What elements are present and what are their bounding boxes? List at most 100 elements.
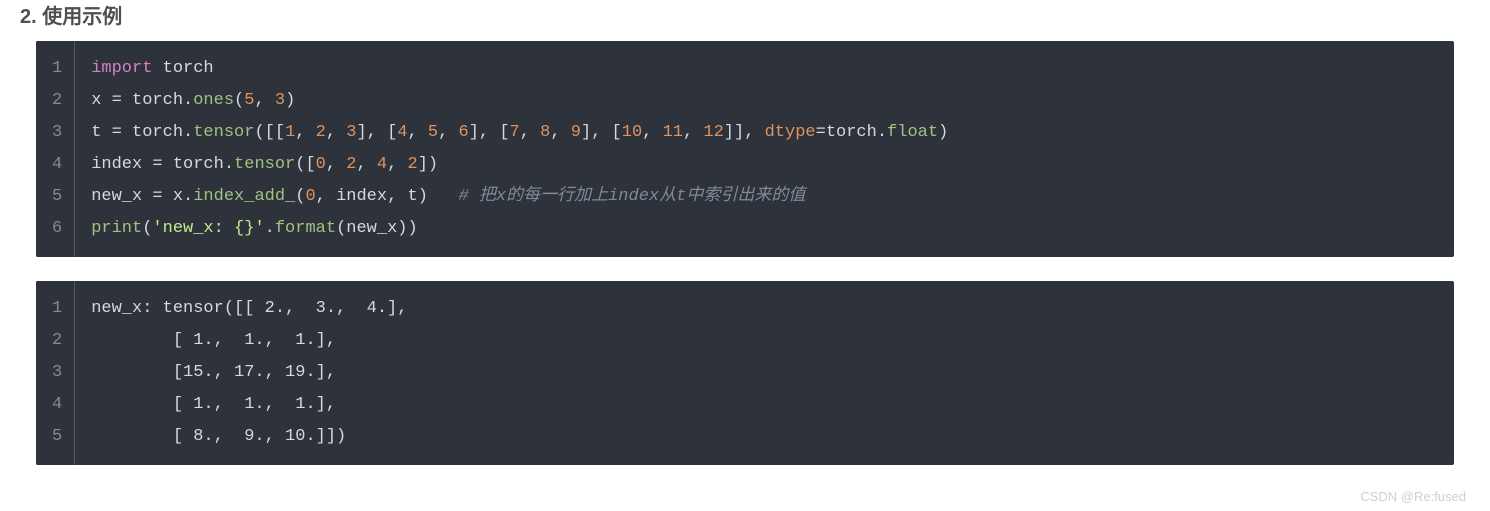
line-number: 2 (36, 325, 74, 357)
line-number: 2 (36, 85, 74, 117)
code-token: = (112, 91, 122, 110)
line-number-gutter: 123456 (36, 41, 75, 257)
code-token: 12 (703, 123, 723, 142)
code-token: . (265, 219, 275, 238)
code-token: 9 (571, 123, 581, 142)
code-token: [ 1., 1., 1.], (91, 395, 336, 414)
line-number: 6 (36, 213, 74, 245)
code-token: t (91, 123, 111, 142)
code-line: [15., 17., 19.], (91, 357, 1438, 389)
line-number-gutter: 12345 (36, 281, 75, 465)
code-token: ], [ (581, 123, 622, 142)
code-token: x (91, 91, 111, 110)
line-number: 3 (36, 357, 74, 389)
code-line: index = torch.tensor([0, 2, 4, 2]) (91, 149, 1438, 181)
code-block-output: 12345 new_x: tensor([[ 2., 3., 4.], [ 1.… (36, 281, 1454, 465)
code-token: torch. (122, 91, 193, 110)
code-token: = (152, 187, 162, 206)
code-line: t = torch.tensor([[1, 2, 3], [4, 5, 6], … (91, 117, 1438, 149)
code-token: 5 (428, 123, 438, 142)
code-token: tensor (234, 155, 295, 174)
code-token: [15., 17., 19.], (91, 363, 336, 382)
code-token: 10 (622, 123, 642, 142)
code-line: [ 1., 1., 1.], (91, 389, 1438, 421)
code-token: 5 (244, 91, 254, 110)
code-token: , (520, 123, 540, 142)
section-heading: 2. 使用示例 (0, 0, 1490, 41)
code-content: import torchx = torch.ones(5, 3)t = torc… (75, 41, 1454, 257)
code-line: [ 8., 9., 10.]]) (91, 421, 1438, 453)
code-token: = (816, 123, 826, 142)
code-line: new_x: tensor([[ 2., 3., 4.], (91, 293, 1438, 325)
code-line: import torch (91, 53, 1438, 85)
code-token: ]], (724, 123, 765, 142)
code-token: dtype (765, 123, 816, 142)
code-token: 0 (316, 155, 326, 174)
code-token: = (112, 123, 122, 142)
code-token: ], [ (356, 123, 397, 142)
code-token: ([[ (254, 123, 285, 142)
code-token: tensor (193, 123, 254, 142)
code-token: , (387, 155, 407, 174)
code-token: 8 (540, 123, 550, 142)
code-line: new_x = x.index_add_(0, index, t) # 把x的每… (91, 181, 1438, 213)
line-number: 4 (36, 149, 74, 181)
code-token: , (642, 123, 662, 142)
code-token: [ 8., 9., 10.]]) (91, 427, 346, 446)
code-token: x. (163, 187, 194, 206)
code-token: , (438, 123, 458, 142)
code-token: (new_x)) (336, 219, 418, 238)
code-token: torch. (122, 123, 193, 142)
code-token: torch (163, 59, 214, 78)
code-token: index_add_ (193, 187, 295, 206)
code-token: ( (142, 219, 152, 238)
code-token: ]) (418, 155, 438, 174)
code-token: torch. (826, 123, 887, 142)
line-number: 5 (36, 421, 74, 453)
code-token: 'new_x: {}' (152, 219, 264, 238)
code-block-source: 123456 import torchx = torch.ones(5, 3)t… (36, 41, 1454, 257)
code-token: new_x (91, 187, 152, 206)
code-token: 7 (510, 123, 520, 142)
code-token: ( (295, 187, 305, 206)
code-token: = (152, 155, 162, 174)
code-token: 4 (397, 123, 407, 142)
code-token: 11 (663, 123, 683, 142)
code-token: ( (234, 91, 244, 110)
code-line: [ 1., 1., 1.], (91, 325, 1438, 357)
code-token: float (887, 123, 938, 142)
code-token: 2 (316, 123, 326, 142)
line-number: 1 (36, 53, 74, 85)
line-number: 3 (36, 117, 74, 149)
line-number: 4 (36, 389, 74, 421)
code-token: ones (193, 91, 234, 110)
code-token: , (254, 91, 274, 110)
code-token: ) (285, 91, 295, 110)
code-token: index (91, 155, 152, 174)
line-number: 1 (36, 293, 74, 325)
code-token: , (295, 123, 315, 142)
code-token: 3 (346, 123, 356, 142)
line-number: 5 (36, 181, 74, 213)
code-token: , (550, 123, 570, 142)
code-token: import (91, 59, 152, 78)
code-token: ) (938, 123, 948, 142)
code-token: [ 1., 1., 1.], (91, 331, 336, 350)
code-content: new_x: tensor([[ 2., 3., 4.], [ 1., 1., … (75, 281, 1454, 465)
code-token: print (91, 219, 142, 238)
code-token: new_x: tensor([[ 2., 3., 4.], (91, 299, 407, 318)
code-token: , (326, 123, 346, 142)
code-token: 3 (275, 91, 285, 110)
code-token: , index, t) (316, 187, 459, 206)
code-token: 2 (408, 155, 418, 174)
code-token: format (275, 219, 336, 238)
code-token: , (408, 123, 428, 142)
watermark-text: CSDN @Re:fused (0, 489, 1490, 510)
code-token: 2 (346, 155, 356, 174)
code-token: 4 (377, 155, 387, 174)
code-token: , (683, 123, 703, 142)
code-token (152, 59, 162, 78)
code-token: 6 (459, 123, 469, 142)
code-line: print('new_x: {}'.format(new_x)) (91, 213, 1438, 245)
code-token: torch. (163, 155, 234, 174)
